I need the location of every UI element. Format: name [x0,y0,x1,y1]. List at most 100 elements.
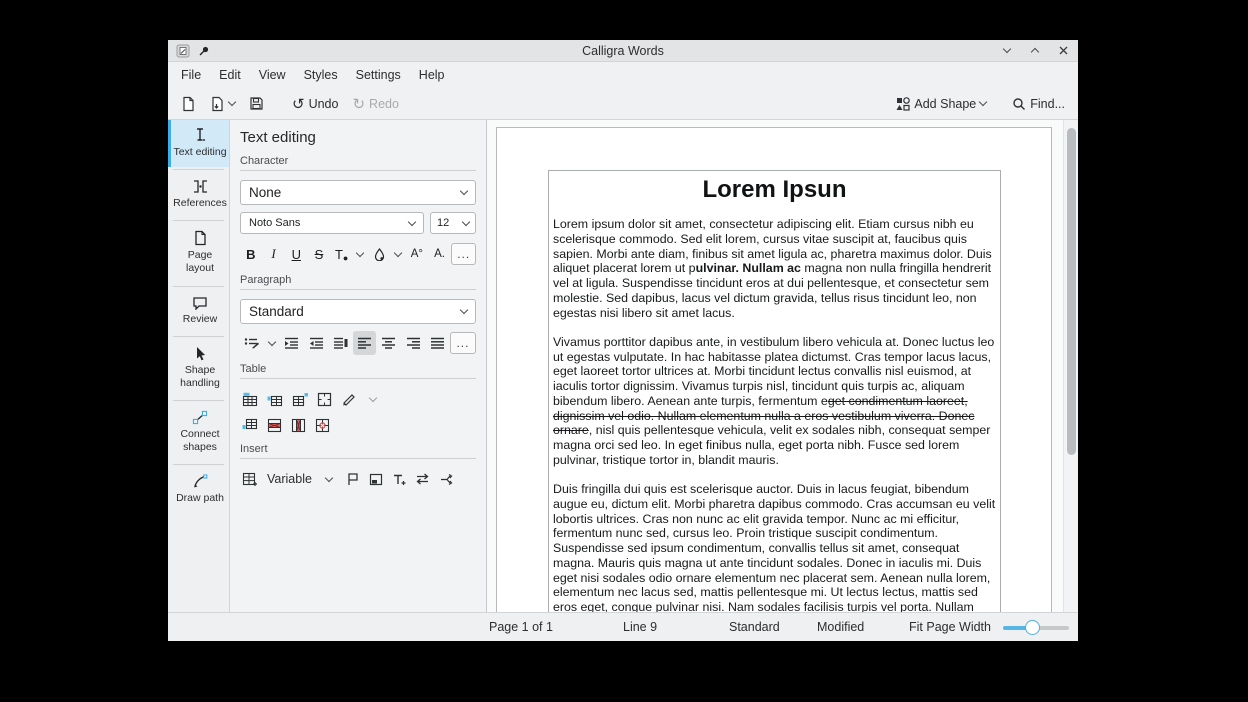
find-button[interactable]: Find... [1007,93,1070,115]
insert-bookmark-button[interactable] [346,472,360,486]
status-bar: Page 1 of 1 Line 9 Standard Modified Fit… [168,612,1078,641]
insert-text-button[interactable] [392,473,406,486]
add-shape-button[interactable]: Add Shape [891,93,991,115]
text-editing-icon [192,127,208,143]
tab-page-layout[interactable]: Page layout [168,223,229,283]
chevron-down-icon [369,393,377,401]
insert-table-button[interactable] [242,392,258,407]
menu-file[interactable]: File [174,65,208,85]
strikethrough-button[interactable]: S [308,242,330,266]
decrease-indent-button[interactable] [304,331,327,355]
zoom-mode-indicator[interactable]: Fit Page Width [909,620,991,634]
menu-view[interactable]: View [252,65,293,85]
delete-row-button[interactable] [267,418,282,433]
text-direction-button[interactable] [415,473,430,485]
redo-button[interactable]: ↻ Redo [347,93,403,115]
chevron-down-icon [356,248,364,256]
border-style-button[interactable] [341,392,356,406]
split-sections-button[interactable] [439,473,453,486]
insert-frame-button[interactable] [369,473,383,486]
style-indicator[interactable]: Standard [729,620,780,634]
border-style-dropdown[interactable] [365,388,381,410]
merge-cells-button[interactable] [317,392,332,407]
maximize-button[interactable] [1028,44,1042,58]
highlight-color-dropdown[interactable] [391,243,405,265]
open-document-icon [210,96,225,112]
text-color-dropdown[interactable] [354,243,368,265]
paragraph-style-select[interactable]: Standard [240,299,476,324]
insert-row-above-button[interactable] [267,392,283,407]
align-right-button[interactable] [401,331,424,355]
increase-indent-button[interactable] [280,331,303,355]
font-size-select[interactable]: 12 [430,212,476,234]
tab-draw-path[interactable]: Draw path [168,467,229,513]
page-indicator[interactable]: Page 1 of 1 [489,620,553,634]
character-more-button[interactable]: ... [451,243,476,265]
section-table: Table [240,363,476,379]
section-insert: Insert [240,443,476,459]
highlight-color-button[interactable] [368,242,390,266]
text-frame[interactable]: Lorem Ipsun Lorem ipsum dolor sit amet, … [548,170,1001,612]
tab-shape-handling[interactable]: Shape handling [168,339,229,398]
character-style-select[interactable]: None [240,180,476,205]
variable-dropdown[interactable]: Variable [267,472,312,486]
superscript-button[interactable]: A° [406,242,428,266]
insert-row-below-button[interactable] [242,418,258,433]
insert-table-variable-button[interactable] [242,472,258,487]
list-style-dropdown[interactable] [264,332,279,354]
pin-icon[interactable] [198,45,210,57]
delete-table-button[interactable] [315,418,330,433]
subscript-button[interactable]: A. [429,242,451,266]
text-color-button[interactable]: T● [331,242,353,266]
chevron-down-icon [462,217,470,225]
align-justify-button[interactable] [426,331,449,355]
chevron-down-icon [460,187,468,195]
menu-settings[interactable]: Settings [349,65,408,85]
open-document-button[interactable] [205,92,240,116]
menu-help[interactable]: Help [412,65,452,85]
zoom-slider[interactable] [1003,626,1069,630]
divider [173,169,224,170]
new-document-icon [181,96,196,112]
undo-button[interactable]: ↺ Undo [287,93,343,115]
tool-options-panel: Text editing Character None Noto Sans 12… [230,120,487,612]
align-center-button[interactable] [377,331,400,355]
zoom-slider-handle[interactable] [1025,620,1040,635]
document-page[interactable]: Lorem Ipsun Lorem ipsum dolor sit amet, … [496,127,1052,612]
menu-edit[interactable]: Edit [212,65,248,85]
font-family-select[interactable]: Noto Sans [240,212,424,234]
table-row-2 [242,418,476,433]
calligra-words-window: Calligra Words File Edit View Styles Set… [168,40,1078,641]
underline-button[interactable]: U [285,242,307,266]
main-toolbar: ↺ Undo ↻ Redo Add Shape Find... [168,88,1078,120]
tab-review[interactable]: Review [168,289,229,334]
delete-column-button[interactable] [291,418,306,433]
line-spacing-button[interactable] [329,331,352,355]
save-button[interactable] [244,92,269,115]
vertical-scrollbar[interactable] [1063,120,1078,612]
insert-row: Variable [242,468,476,490]
document-canvas[interactable]: Lorem Ipsun Lorem ipsum dolor sit amet, … [487,120,1063,612]
new-document-button[interactable] [176,92,201,116]
italic-button[interactable]: I [263,242,285,266]
tab-connect-shapes[interactable]: Connect shapes [168,403,229,462]
minimize-button[interactable] [1000,44,1014,58]
tab-references[interactable]: References [168,172,229,218]
align-left-button[interactable] [353,331,376,355]
menu-styles[interactable]: Styles [297,65,345,85]
line-indicator[interactable]: Line 9 [623,620,657,634]
split-sections-icon [439,473,453,486]
frame-icon [369,473,383,486]
close-button[interactable] [1056,44,1070,58]
insert-column-left-button[interactable] [292,392,308,407]
variable-dropdown-chevron[interactable] [321,468,337,490]
align-center-icon [381,337,396,349]
chevron-down-icon [267,337,275,345]
list-style-button[interactable] [240,331,263,355]
paragraph-more-button[interactable]: ... [450,332,476,354]
align-left-icon [357,337,372,349]
scrollbar-thumb[interactable] [1067,128,1076,455]
bold-button[interactable]: B [240,242,262,266]
tab-text-editing[interactable]: Text editing [168,120,229,167]
titlebar[interactable]: Calligra Words [168,40,1078,62]
